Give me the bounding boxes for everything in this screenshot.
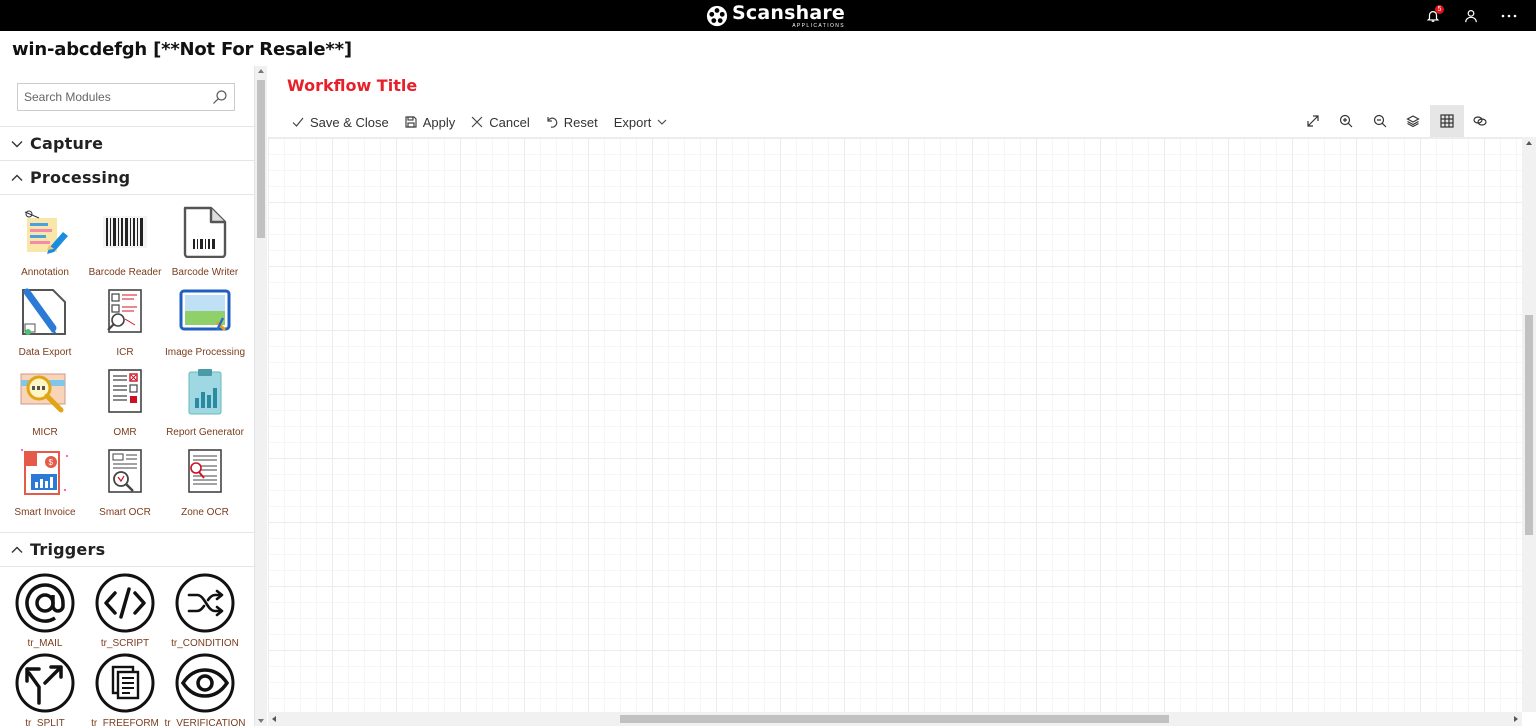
section-triggers-label: Triggers: [30, 540, 106, 559]
search-icon[interactable]: [212, 89, 228, 105]
smart-invoice-icon: $: [21, 449, 68, 495]
module-image-processing[interactable]: Image Processing: [165, 286, 245, 366]
canvas-horizontal-scrollbar[interactable]: [268, 712, 1522, 726]
section-triggers[interactable]: Triggers: [0, 532, 254, 566]
trigger-verification[interactable]: tr_VERIFICATION: [165, 653, 245, 726]
undo-icon: [547, 117, 558, 128]
shuffle-icon: [175, 573, 235, 633]
module-sidebar: Capture Processing Annotation: [0, 66, 254, 726]
zoom-out-button[interactable]: [1363, 105, 1397, 137]
grid-icon: [1440, 114, 1454, 128]
scroll-left-arrow-icon[interactable]: [272, 716, 276, 722]
module-data-export[interactable]: Data Export: [5, 286, 85, 366]
scroll-down-arrow-icon[interactable]: [258, 719, 264, 723]
search-modules-input[interactable]: [18, 84, 234, 110]
grid-toggle-button[interactable]: [1430, 105, 1464, 137]
reset-button[interactable]: Reset: [538, 108, 606, 136]
trigger-script[interactable]: tr_SCRIPT: [85, 573, 165, 653]
annotation-icon: [24, 210, 68, 254]
layers-button[interactable]: [1397, 105, 1431, 137]
trigger-freeform[interactable]: tr_FREEFORM: [85, 653, 165, 726]
more-options-button[interactable]: [1490, 0, 1528, 31]
module-barcode-reader[interactable]: Barcode Reader: [85, 206, 165, 286]
save-disk-icon: [405, 116, 417, 128]
view-tools: [1296, 105, 1497, 137]
zone-ocr-icon: [188, 449, 222, 493]
canvas-vertical-scrollbar[interactable]: [1522, 137, 1536, 712]
code-icon: [95, 573, 155, 633]
sidebar-scrollbar[interactable]: [254, 66, 267, 726]
smart-ocr-icon: [108, 449, 142, 493]
section-capture-label: Capture: [30, 134, 104, 153]
module-smart-invoice[interactable]: $ Smart Invoice: [5, 446, 85, 526]
user-icon: [1465, 9, 1477, 22]
canvas-horizontal-scroll-thumb[interactable]: [620, 715, 1169, 723]
chevron-down-icon: [657, 119, 667, 125]
barcode-reader-icon: [103, 216, 147, 248]
micr-icon: [20, 373, 66, 413]
search-box: [17, 83, 235, 111]
close-icon: [471, 116, 483, 128]
barcode-writer-icon: [183, 206, 227, 258]
scroll-right-arrow-icon[interactable]: [1514, 716, 1518, 722]
window-title: win-abcdefgh [**Not For Resale**]: [12, 39, 352, 60]
chevron-up-icon: [11, 174, 23, 181]
layers-icon: [1406, 115, 1421, 128]
export-dropdown[interactable]: Export: [606, 108, 676, 136]
fit-to-screen-button[interactable]: [1296, 105, 1330, 137]
check-icon: [292, 117, 304, 127]
data-export-icon: [22, 288, 66, 335]
apply-button[interactable]: Apply: [397, 108, 464, 136]
link-button[interactable]: [1464, 105, 1498, 137]
zoom-in-button[interactable]: [1330, 105, 1364, 137]
brand-subtitle: APPLICATIONS: [792, 22, 846, 29]
at-sign-icon: [15, 573, 75, 633]
image-processing-icon: [179, 289, 231, 332]
workflow-title[interactable]: Workflow Title: [287, 76, 417, 95]
save-close-button[interactable]: Save & Close: [284, 108, 397, 136]
report-generator-icon: [188, 369, 222, 415]
zoom-in-icon: [1340, 114, 1353, 128]
trigger-split[interactable]: tr_SPLIT: [5, 653, 85, 726]
workflow-canvas[interactable]: [268, 137, 1522, 712]
section-capture[interactable]: Capture: [0, 126, 254, 160]
icr-icon: [107, 289, 142, 333]
more-icon: [1501, 14, 1517, 17]
trigger-condition[interactable]: tr_CONDITION: [165, 573, 245, 653]
notifications-button[interactable]: 5: [1414, 0, 1452, 31]
section-processing[interactable]: Processing: [0, 160, 254, 194]
module-micr[interactable]: MICR: [5, 366, 85, 446]
workflow-toolbar: Save & Close Apply Cancel Reset Export: [284, 108, 675, 136]
notification-badge: 5: [1435, 5, 1444, 14]
eye-icon: [175, 653, 235, 713]
canvas-vertical-scroll-thumb[interactable]: [1525, 315, 1533, 535]
omr-icon: [108, 369, 142, 413]
module-omr[interactable]: OMR: [85, 366, 165, 446]
sidebar-scroll-thumb[interactable]: [257, 80, 265, 238]
module-barcode-writer[interactable]: Barcode Writer: [165, 206, 245, 286]
module-icr[interactable]: ICR: [85, 286, 165, 366]
module-annotation[interactable]: Annotation: [5, 206, 85, 286]
module-smart-ocr[interactable]: Smart OCR: [85, 446, 165, 526]
zoom-out-icon: [1373, 114, 1387, 128]
documents-icon: [95, 653, 155, 713]
brand-name: Scanshare: [732, 1, 846, 24]
link-icon: [1473, 116, 1487, 126]
split-arrows-icon: [15, 653, 75, 713]
trigger-mail[interactable]: tr_MAIL: [5, 573, 85, 653]
module-zone-ocr[interactable]: Zone OCR: [165, 446, 245, 526]
scroll-up-arrow-icon[interactable]: [1526, 141, 1532, 145]
scroll-up-arrow-icon[interactable]: [258, 69, 264, 73]
scanshare-logo-icon: [706, 5, 728, 27]
brand-logo: Scanshare APPLICATIONS: [706, 2, 845, 30]
module-report-generator[interactable]: Report Generator: [165, 366, 245, 446]
user-account-button[interactable]: [1452, 0, 1490, 31]
section-processing-label: Processing: [30, 168, 131, 187]
top-bar: Scanshare APPLICATIONS 5: [0, 0, 1536, 31]
cancel-button[interactable]: Cancel: [463, 108, 537, 136]
fit-icon: [1307, 115, 1319, 127]
svg-text:$: $: [49, 458, 54, 467]
chevron-up-icon: [11, 546, 23, 553]
chevron-down-icon: [11, 140, 23, 147]
